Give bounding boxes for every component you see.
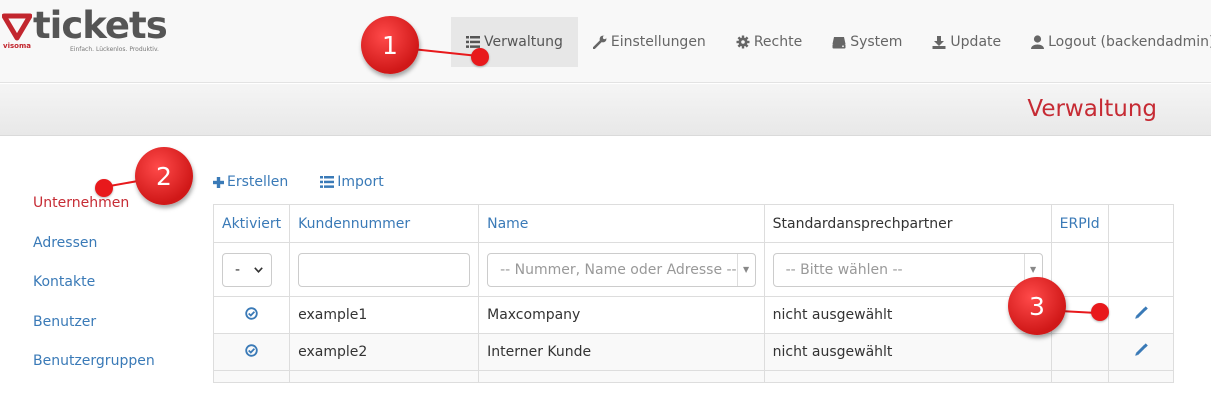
sidebar-item-adressen[interactable]: Adressen [33,235,155,275]
col-header-actions [1107,204,1174,243]
chevron-down-icon [254,266,263,273]
col-header-name[interactable]: Name [478,204,765,243]
col-header-aktiviert[interactable]: Aktiviert [212,204,291,243]
sidebar: Unternehmen Adressen Kontakte Benutzer B… [33,195,155,393]
pencil-edit-icon[interactable] [1134,343,1148,357]
brand-name: tickets [33,4,168,47]
cell-name: Maxcompany [478,296,765,334]
download-icon [932,35,946,49]
callout-3-badge: 3 [1008,277,1066,335]
callout-1-badge: 1 [361,16,419,74]
nav-system[interactable]: System [817,17,917,67]
callout-2-target-dot [95,179,113,197]
callout-2-badge: 2 [135,147,193,205]
pencil-edit-icon[interactable] [1134,306,1148,320]
wrench-icon [592,35,607,49]
list-icon [320,176,335,188]
customer-number-filter-input[interactable] [298,252,471,287]
nav-logout[interactable]: Logout (backendadmin) [1016,17,1211,67]
name-filter-placeholder: -- Nummer, Name oder Adresse -- [500,261,737,278]
active-filter-value: - [235,261,241,278]
top-navbar: tickets visoma Einfach. Lückenlos. Produ… [0,0,1211,83]
nav-label: Verwaltung [484,34,563,50]
cell-erpid [1050,333,1109,371]
nav-label: System [850,34,903,50]
cell-customer-number: example1 [289,296,480,334]
col-header-kundennummer[interactable]: Kundennummer [289,204,480,243]
cell-name: Interner Kunde [478,333,765,371]
callout-1-target-dot [471,48,489,66]
nav-label: Rechte [753,34,803,50]
name-filter-select[interactable]: -- Nummer, Name oder Adresse -- ▼ [487,252,756,287]
contact-filter-placeholder: -- Bitte wählen -- [785,261,903,278]
sidebar-item-benutzer[interactable]: Benutzer [33,314,155,354]
nav-label: Update [950,34,1002,50]
active-filter-select[interactable]: - [222,252,272,287]
caret-down-icon: ▼ [736,253,755,286]
hdd-icon [832,36,846,48]
brand-maker: visoma [3,42,31,50]
page-header: Verwaltung [0,84,1211,136]
sidebar-item-benutzergruppen[interactable]: Benutzergruppen [33,353,155,393]
table-row[interactable]: example2 Interner Kunde nicht ausgewählt [212,333,1174,371]
brand-tagline: Einfach. Lückenlos. Produktiv. [70,46,159,53]
main-nav: Verwaltung Einstellungen Rechte System U… [451,17,1211,67]
nav-label: Einstellungen [610,34,706,50]
gear-icon [736,35,750,49]
import-label: Import [337,174,384,190]
nav-update[interactable]: Update [917,17,1016,67]
action-bar: Erstellen Import [213,174,416,190]
import-button[interactable]: Import [320,174,384,190]
nav-verwaltung[interactable]: Verwaltung [451,17,578,67]
create-button[interactable]: Erstellen [213,174,288,190]
sidebar-item-kontakte[interactable]: Kontakte [33,274,155,314]
actions-filter-cell [1107,242,1174,297]
nav-rechte[interactable]: Rechte [721,17,817,67]
callout-3-target-dot [1091,303,1109,321]
list-icon [466,36,480,48]
logo-v-icon [2,13,32,41]
check-circle-icon [245,343,258,357]
table-row-partial [212,370,1174,383]
nav-label: Logout (backendadmin) [1048,34,1211,50]
check-circle-icon [245,306,258,320]
page-title: Verwaltung [1027,96,1157,122]
contact-filter-select[interactable]: -- Bitte wählen -- ▼ [772,252,1043,287]
cell-contact: nicht ausgewählt [763,333,1052,371]
plus-icon [213,176,224,188]
user-icon [1031,35,1045,49]
col-header-erpid[interactable]: ERPId [1050,204,1109,243]
cell-customer-number: example2 [289,333,480,371]
nav-einstellungen[interactable]: Einstellungen [578,17,721,67]
col-header-standardansprechpartner: Standardansprechpartner [763,204,1052,243]
sidebar-item-unternehmen[interactable]: Unternehmen [33,195,155,235]
create-label: Erstellen [227,174,289,190]
